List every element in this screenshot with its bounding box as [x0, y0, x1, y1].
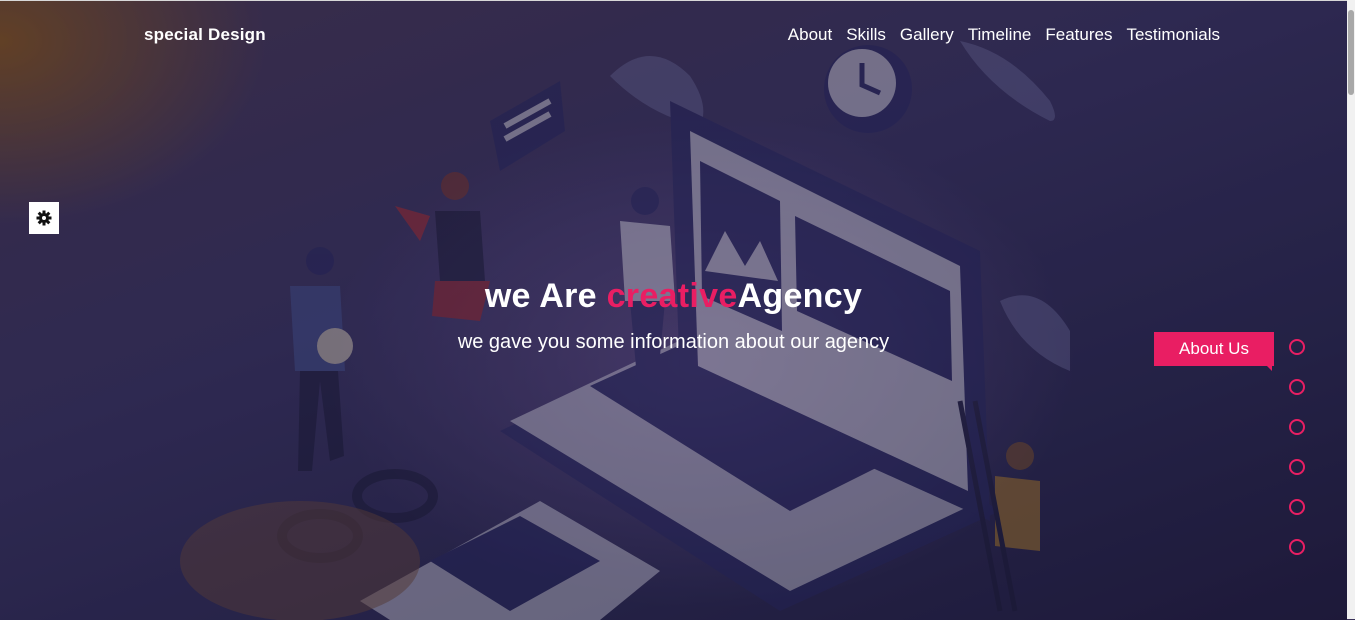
nav-link-about[interactable]: About [788, 25, 832, 45]
bullet-about[interactable] [1289, 339, 1305, 355]
nav-link-skills[interactable]: Skills [846, 25, 886, 45]
nav-link-features[interactable]: Features [1045, 25, 1112, 45]
bullet-gallery[interactable] [1289, 419, 1305, 435]
main-nav: About Skills Gallery Timeline Features T… [788, 25, 1220, 45]
nav-link-gallery[interactable]: Gallery [900, 25, 954, 45]
bullet-features[interactable] [1289, 499, 1305, 515]
page-scrollbar[interactable] [1347, 0, 1355, 619]
site-logo[interactable]: special Design [144, 25, 266, 45]
bullet-skills[interactable] [1289, 379, 1305, 395]
scrollbar-thumb[interactable] [1348, 10, 1354, 95]
hero-subtitle: we gave you some information about our a… [457, 331, 890, 353]
nav-link-timeline[interactable]: Timeline [968, 25, 1032, 45]
hero-title-accent: creative [606, 277, 738, 315]
hero-title-part2: Agency [737, 277, 863, 315]
bullet-tooltip: About Us [1154, 332, 1274, 371]
bullet-timeline[interactable] [1289, 459, 1305, 475]
hero-title: we Are creativeAgency [0, 277, 1347, 316]
settings-toggle-button[interactable] [29, 202, 59, 234]
section-bullets [1289, 339, 1305, 579]
gear-icon [36, 210, 52, 226]
nav-link-testimonials[interactable]: Testimonials [1126, 25, 1220, 45]
bullet-testimonials[interactable] [1289, 539, 1305, 555]
hero-title-part1: we Are [484, 277, 607, 315]
